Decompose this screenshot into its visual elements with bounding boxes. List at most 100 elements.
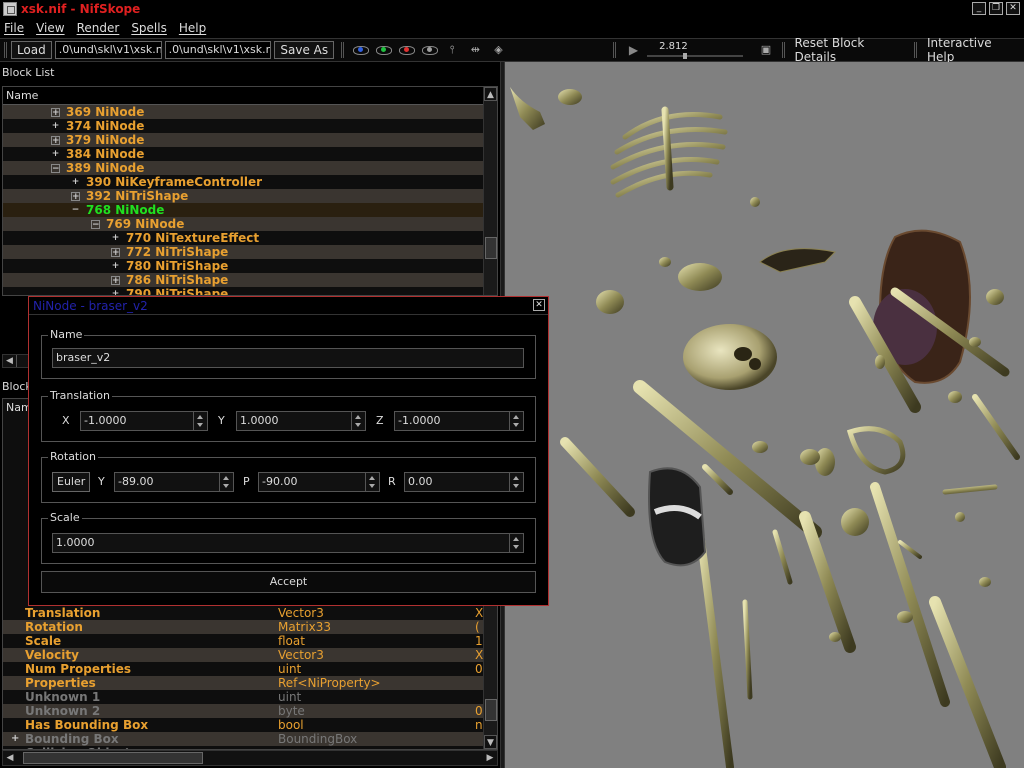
accept-button[interactable]: Accept — [41, 571, 536, 593]
tree-row[interactable]: +770 NiTextureEffect — [3, 231, 483, 245]
tree-row[interactable]: −389 NiNode — [3, 161, 483, 175]
scroll-up-icon[interactable]: ▲ — [484, 87, 497, 101]
load-path-field[interactable]: .0\und\skl\v1\xsk.nif — [54, 41, 162, 59]
minimize-icon[interactable]: _ — [972, 2, 986, 15]
expand-icon[interactable]: + — [51, 108, 60, 118]
menu-file[interactable]: File — [4, 21, 24, 35]
expand-icon[interactable]: + — [111, 262, 120, 271]
dialog-title: NiNode - braser_v2 ✕ — [29, 297, 548, 315]
translation-x-spinbox[interactable]: -1.0000 — [80, 411, 208, 431]
tree-row[interactable]: +374 NiNode — [3, 119, 483, 133]
scroll-left-icon[interactable]: ◀ — [3, 355, 17, 367]
scroll-left-icon[interactable]: ◀ — [3, 751, 17, 765]
euler-button[interactable]: Euler — [52, 472, 91, 492]
toolbar-grip[interactable] — [341, 42, 345, 58]
toolbar-grip[interactable] — [612, 42, 616, 58]
pin-icon[interactable]: ⫯ — [445, 42, 460, 58]
speed-slider[interactable]: 2.812 — [647, 41, 744, 59]
block-details-hscrollbar[interactable]: ◀ ▶ — [2, 750, 498, 766]
block-list-scrollbar[interactable]: ▲ — [483, 87, 497, 295]
view-icon[interactable]: ◈ — [491, 42, 506, 58]
tree-row[interactable]: +392 NiTriShape — [3, 189, 483, 203]
scroll-down-icon[interactable]: ▼ — [484, 735, 497, 749]
detail-row[interactable]: Unknown 1 uint — [3, 690, 483, 704]
eye-green-icon[interactable] — [374, 43, 393, 57]
block-list-tree[interactable]: Name +369 NiNode +374 NiNode +379 NiNode +3… — [2, 86, 498, 296]
tree-row[interactable]: −768 NiNode — [3, 203, 483, 217]
scroll-thumb[interactable] — [485, 237, 497, 259]
expand-icon[interactable]: + — [111, 248, 120, 258]
expand-icon[interactable]: + — [111, 276, 120, 286]
interactive-help-button[interactable]: Interactive Help — [921, 36, 1024, 64]
detail-row[interactable]: + Bounding Box BoundingBox — [3, 732, 483, 746]
split-icon[interactable]: ⇹ — [468, 42, 483, 58]
detail-row[interactable]: Velocity Vector3 X — [3, 648, 483, 662]
spin-arrows-icon[interactable] — [219, 473, 233, 491]
detail-row[interactable]: Has Bounding Box bool n — [3, 718, 483, 732]
menu-view[interactable]: View — [36, 21, 64, 35]
menu-render[interactable]: Render — [77, 21, 120, 35]
translation-z-spinbox[interactable]: -1.0000 — [394, 411, 524, 431]
expand-icon[interactable]: + — [51, 122, 60, 131]
scroll-right-icon[interactable]: ▶ — [483, 751, 497, 765]
menu-spells[interactable]: Spells — [131, 21, 167, 35]
detail-row[interactable]: Translation Vector3 X — [3, 606, 483, 620]
collapse-icon[interactable]: − — [91, 220, 100, 230]
spin-arrows-icon[interactable] — [509, 534, 523, 552]
tree-row[interactable]: +379 NiNode — [3, 133, 483, 147]
tree-row[interactable]: +772 NiTriShape — [3, 245, 483, 259]
tree-row[interactable]: +780 NiTriShape — [3, 259, 483, 273]
tree-row[interactable]: −769 NiNode — [3, 217, 483, 231]
close-icon[interactable]: ✕ — [1006, 2, 1020, 15]
expand-icon[interactable]: + — [51, 136, 60, 146]
toolbar-grip[interactable] — [914, 42, 917, 58]
collapse-icon[interactable]: − — [51, 164, 60, 174]
reset-block-details-button[interactable]: Reset Block Details — [789, 36, 911, 64]
tree-row[interactable]: +390 NiKeyframeController — [3, 175, 483, 189]
expand-icon[interactable]: + — [51, 150, 60, 159]
detail-value: n — [475, 718, 483, 732]
render-viewport[interactable] — [505, 62, 1024, 768]
spin-arrows-icon[interactable] — [365, 473, 379, 491]
tree-row[interactable]: +786 NiTriShape — [3, 273, 483, 287]
spin-arrows-icon[interactable] — [351, 412, 365, 430]
rotation-r-spinbox[interactable]: 0.00 — [404, 472, 524, 492]
scroll-thumb[interactable] — [23, 752, 203, 764]
toolbar-grip[interactable] — [781, 42, 785, 58]
spin-arrows-icon[interactable] — [509, 473, 523, 491]
translation-y-spinbox[interactable]: 1.0000 — [236, 411, 366, 431]
load-button[interactable]: Load — [10, 41, 52, 59]
tree-row[interactable]: +790 NiTriShape — [3, 287, 483, 295]
spin-arrows-icon[interactable] — [193, 412, 207, 430]
tree-row[interactable]: +384 NiNode — [3, 147, 483, 161]
toolbar-grip[interactable] — [4, 42, 7, 58]
detail-row[interactable]: Unknown 2 byte 0 — [3, 704, 483, 718]
eye-gray-icon[interactable] — [420, 43, 439, 57]
collapse-icon[interactable]: − — [71, 206, 80, 215]
rotation-p-spinbox[interactable]: -90.00 — [258, 472, 380, 492]
loop-icon[interactable]: ▣ — [758, 42, 773, 58]
detail-row[interactable]: Properties Ref<NiProperty> — [3, 676, 483, 690]
tree-row[interactable]: +369 NiNode — [3, 105, 483, 119]
eye-blue-icon[interactable] — [351, 43, 370, 57]
menu-help[interactable]: Help — [179, 21, 206, 35]
expand-icon[interactable]: + — [71, 178, 80, 187]
expand-icon[interactable]: + — [11, 732, 19, 746]
eye-red-icon[interactable] — [397, 43, 416, 57]
rotation-y-spinbox[interactable]: -89.00 — [114, 472, 234, 492]
detail-row[interactable]: Num Properties uint 0 — [3, 662, 483, 676]
save-path-field[interactable]: .0\und\skl\v1\xsk.nif — [164, 41, 272, 59]
restore-icon[interactable]: ❐ — [989, 2, 1003, 15]
save-as-button[interactable]: Save As — [274, 41, 335, 59]
spin-arrows-icon[interactable] — [509, 412, 523, 430]
expand-icon[interactable]: + — [111, 234, 120, 243]
detail-row[interactable]: Scale float 1 — [3, 634, 483, 648]
scroll-thumb[interactable] — [485, 699, 497, 721]
play-icon[interactable]: ▶ — [626, 42, 641, 58]
expand-icon[interactable]: + — [71, 192, 80, 202]
close-icon[interactable]: ✕ — [533, 299, 545, 311]
block-list-column-name[interactable]: Name — [3, 87, 483, 105]
detail-row[interactable]: Rotation Matrix33 ( — [3, 620, 483, 634]
name-field[interactable]: braser_v2 — [52, 348, 524, 368]
scale-spinbox[interactable]: 1.0000 — [52, 533, 524, 553]
